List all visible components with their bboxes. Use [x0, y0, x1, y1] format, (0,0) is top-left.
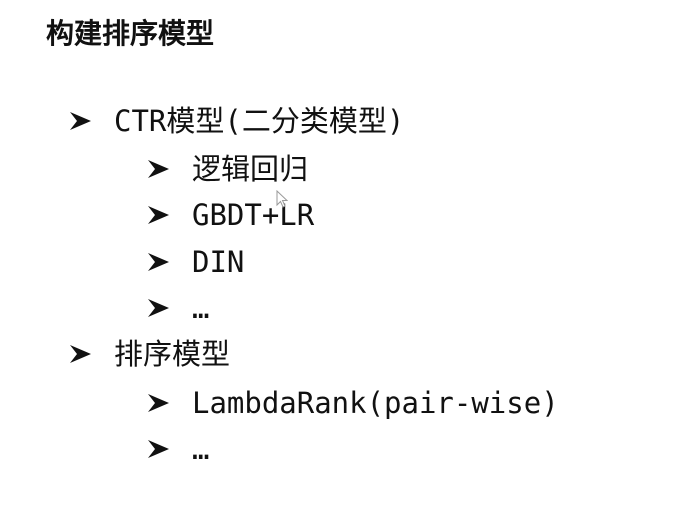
- arrowhead-bullet-icon: [68, 333, 92, 375]
- sub-bullet-label: GBDT+LR: [192, 198, 315, 232]
- sub-bullet-item-ellipsis: …: [146, 287, 209, 329]
- sub-bullet-item-gbdt-lr: GBDT+LR: [146, 194, 314, 236]
- arrowhead-bullet-icon: [68, 100, 92, 142]
- sub-bullet-label: …: [192, 291, 210, 325]
- arrowhead-bullet-icon: [146, 148, 170, 190]
- sub-bullet-item-logistic-regression: 逻辑回归: [146, 148, 308, 190]
- bullet-item-ctr-models: CTR模型(二分类模型): [68, 100, 404, 142]
- sub-bullet-label: LambdaRank(pair-wise): [192, 386, 559, 420]
- mouse-pointer-icon: [276, 189, 289, 208]
- arrowhead-bullet-icon: [146, 194, 170, 236]
- arrowhead-bullet-icon: [146, 287, 170, 329]
- sub-bullet-label: 逻辑回归: [192, 152, 309, 186]
- sub-bullet-item-ellipsis: …: [146, 428, 209, 470]
- sub-bullet-label: …: [192, 432, 210, 466]
- sub-bullet-item-lambdarank: LambdaRank(pair-wise): [146, 382, 559, 424]
- bullet-label: CTR模型(二分类模型): [114, 104, 405, 138]
- bullet-label: 排序模型: [114, 337, 231, 371]
- sub-bullet-label: DIN: [192, 245, 245, 279]
- arrowhead-bullet-icon: [146, 382, 170, 424]
- bullet-item-ranking-models: 排序模型: [68, 333, 230, 375]
- sub-bullet-item-din: DIN: [146, 241, 244, 283]
- slide: 构建排序模型 CTR模型(二分类模型) 逻辑回归 GBDT+LR DIN … 排…: [0, 0, 690, 506]
- arrowhead-bullet-icon: [146, 428, 170, 470]
- slide-title: 构建排序模型: [46, 17, 215, 50]
- arrowhead-bullet-icon: [146, 241, 170, 283]
